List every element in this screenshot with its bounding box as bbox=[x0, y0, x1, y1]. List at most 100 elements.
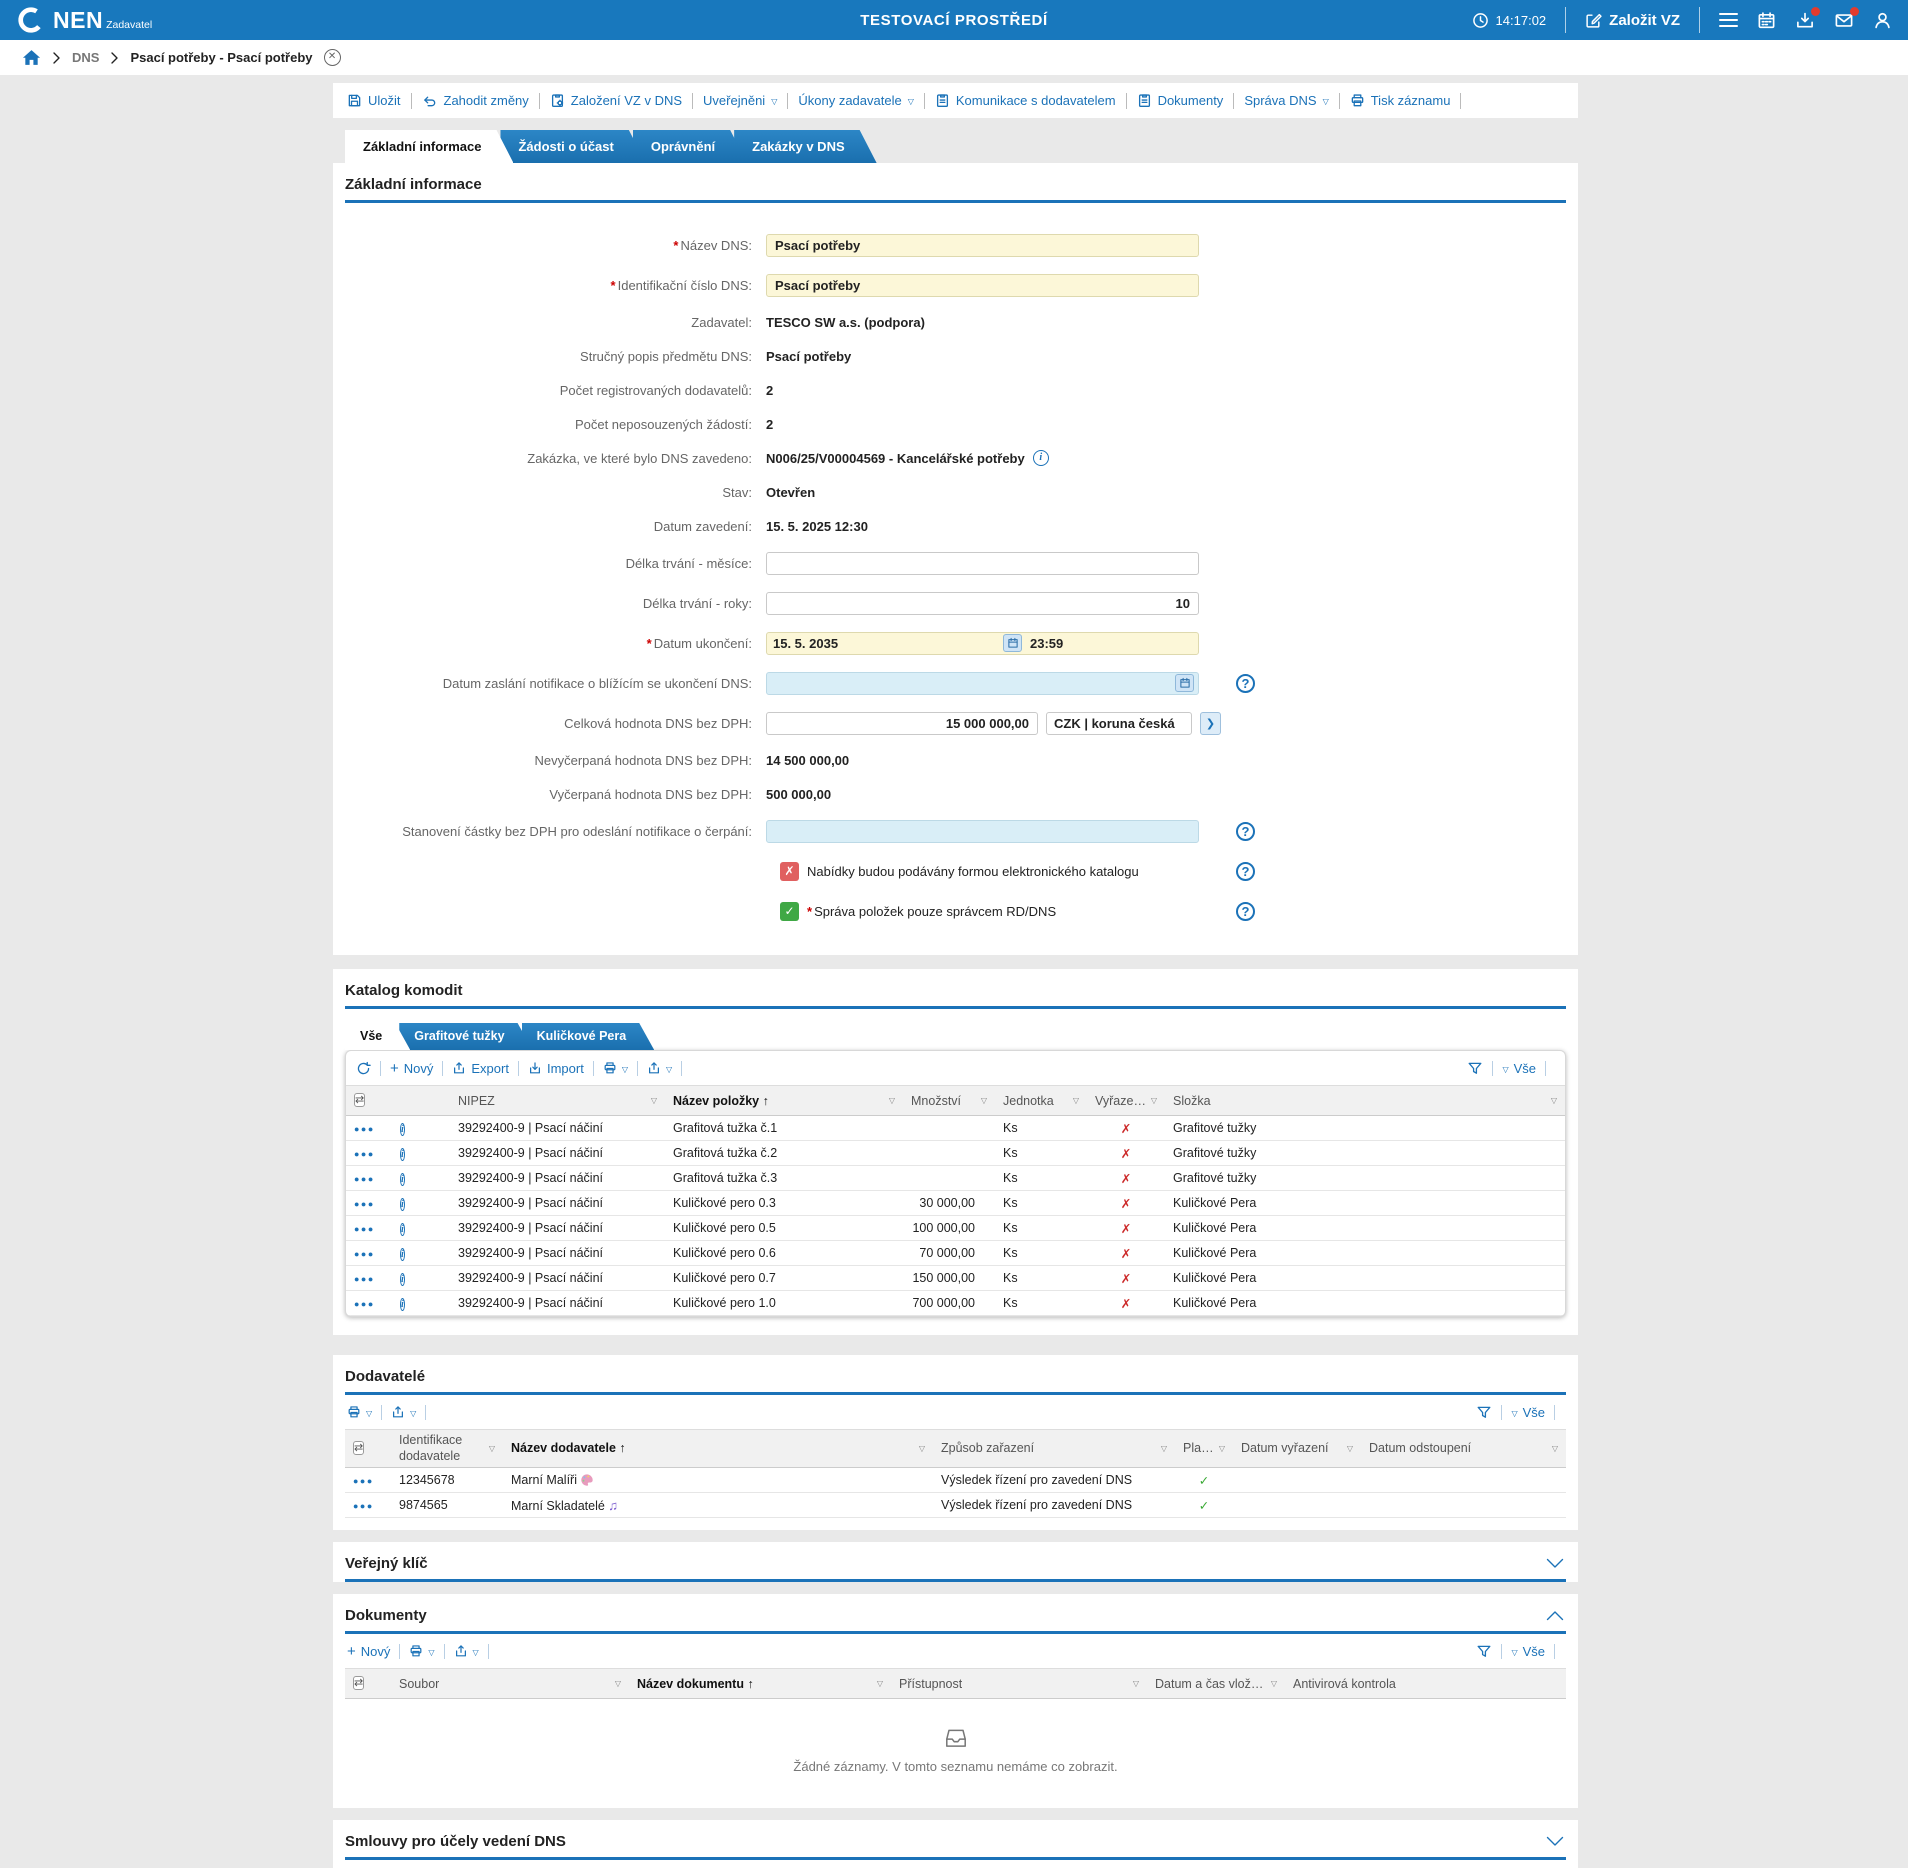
identifikacni-cislo-input[interactable] bbox=[766, 274, 1199, 297]
column-header-datum-vlozeni[interactable]: Datum a čas vložení▽ bbox=[1147, 1669, 1285, 1699]
sort-icon[interactable]: ▽ bbox=[919, 1444, 925, 1454]
row-menu-icon[interactable]: ●●● bbox=[354, 1124, 375, 1134]
column-header-nazev-polozky[interactable]: Název položky ↑▽ bbox=[665, 1086, 903, 1116]
info-icon[interactable]: i bbox=[400, 1148, 405, 1161]
column-header-identifikace[interactable]: Identifikace dodavatele▽ bbox=[391, 1430, 503, 1468]
supplier-communication-button[interactable]: Komunikace s dodavatelem bbox=[935, 93, 1116, 108]
tab-zadosti-o-ucast[interactable]: Žádosti o účast bbox=[500, 130, 645, 163]
row-menu-icon[interactable]: ●●● bbox=[354, 1199, 375, 1209]
row-menu-icon[interactable]: ●●● bbox=[353, 1501, 374, 1511]
refresh-icon[interactable] bbox=[356, 1061, 371, 1076]
filter-all-menu[interactable]: ▽ Vše bbox=[1511, 1644, 1545, 1659]
filter-all-menu[interactable]: ▽ Vše bbox=[1511, 1405, 1545, 1420]
column-header-slozka[interactable]: Složka▽ bbox=[1165, 1086, 1565, 1116]
new-item-button[interactable]: + Nový bbox=[390, 1060, 433, 1077]
catalog-tab-grafitove-tuzky[interactable]: Grafitové tužky bbox=[399, 1023, 532, 1050]
share-menu[interactable]: ▽ bbox=[647, 1061, 672, 1075]
column-header-zpusob-zarazeni[interactable]: Způsob zařazení▽ bbox=[933, 1430, 1175, 1468]
column-header-vyrazeno[interactable]: Vyřazeno▽ bbox=[1087, 1086, 1165, 1116]
calendar-icon[interactable] bbox=[1757, 11, 1776, 30]
nen-logo[interactable]: NEN Zadavatel bbox=[16, 5, 152, 35]
celkova-hodnota-input[interactable] bbox=[766, 712, 1038, 735]
checkbox-unchecked-icon[interactable]: ✗ bbox=[780, 862, 799, 881]
row-menu-icon[interactable]: ●●● bbox=[354, 1299, 375, 1309]
column-header-datum-vyrazeni[interactable]: Datum vyřazení▽ bbox=[1233, 1430, 1361, 1468]
row-menu-icon[interactable]: ●●● bbox=[354, 1274, 375, 1284]
new-document-button[interactable]: + Nový bbox=[347, 1643, 390, 1660]
column-header-mnozstvi[interactable]: Množství▽ bbox=[903, 1086, 995, 1116]
sort-icon[interactable]: ▽ bbox=[1133, 1679, 1139, 1688]
column-header-soubor[interactable]: Soubor▽ bbox=[391, 1669, 629, 1699]
info-icon[interactable]: i bbox=[400, 1123, 405, 1136]
inbox-download-icon[interactable] bbox=[1795, 11, 1815, 30]
create-vz-button[interactable]: Založit VZ bbox=[1585, 12, 1680, 29]
column-header-pristupnost[interactable]: Přístupnost▽ bbox=[891, 1669, 1147, 1699]
row-menu-icon[interactable]: ●●● bbox=[354, 1249, 375, 1259]
catalog-tab-kulickove-pera[interactable]: Kuličkové Pera bbox=[522, 1023, 655, 1050]
sort-icon[interactable]: ▽ bbox=[615, 1679, 621, 1688]
calendar-icon[interactable] bbox=[1003, 634, 1022, 652]
row-menu-icon[interactable]: ●●● bbox=[353, 1476, 374, 1486]
sort-icon[interactable]: ▽ bbox=[1151, 1096, 1157, 1105]
help-icon[interactable]: ? bbox=[1236, 902, 1255, 921]
help-icon[interactable]: ? bbox=[1236, 674, 1255, 693]
print-menu[interactable]: ▽ bbox=[347, 1405, 372, 1419]
share-menu[interactable]: ▽ bbox=[391, 1405, 416, 1419]
sort-icon[interactable]: ▽ bbox=[1161, 1444, 1167, 1454]
home-icon[interactable] bbox=[22, 49, 41, 66]
print-menu[interactable]: ▽ bbox=[603, 1061, 628, 1075]
info-icon[interactable]: i bbox=[400, 1223, 405, 1236]
sort-icon[interactable]: ▽ bbox=[489, 1444, 495, 1454]
column-header-nazev-dodavatele[interactable]: Název dodavatele ↑▽ bbox=[503, 1430, 933, 1468]
menu-icon[interactable] bbox=[1719, 13, 1738, 28]
row-menu-icon[interactable]: ●●● bbox=[354, 1174, 375, 1184]
date-value[interactable]: 15. 5. 2035 bbox=[773, 636, 1003, 651]
column-header-platny[interactable]: Platný▽ bbox=[1175, 1430, 1233, 1468]
currency-select[interactable]: CZK | koruna česká bbox=[1046, 712, 1192, 735]
filter-icon[interactable] bbox=[1476, 1405, 1492, 1420]
sort-icon[interactable]: ▽ bbox=[1552, 1444, 1558, 1454]
nazev-dns-input[interactable] bbox=[766, 234, 1199, 257]
delka-mesice-input[interactable] bbox=[766, 552, 1199, 575]
save-button[interactable]: Uložit bbox=[347, 93, 401, 108]
calendar-icon[interactable] bbox=[1175, 674, 1194, 692]
contracting-actions-menu[interactable]: Úkony zadavatele ▽ bbox=[798, 93, 914, 108]
checkbox-checked-icon[interactable]: ✓ bbox=[780, 902, 799, 921]
row-menu-icon[interactable]: ●●● bbox=[354, 1224, 375, 1234]
print-menu[interactable]: ▽ bbox=[409, 1644, 434, 1658]
sort-icon[interactable]: ▽ bbox=[1551, 1096, 1557, 1105]
sort-icon[interactable]: ▽ bbox=[1271, 1679, 1277, 1688]
datum-ukonceni-field[interactable]: 15. 5. 2035 23:59 bbox=[766, 632, 1199, 655]
create-vz-in-dns-button[interactable]: Založení VZ v DNS bbox=[550, 93, 682, 108]
column-settings-icon[interactable]: ⇄ bbox=[354, 1093, 365, 1107]
info-icon[interactable]: i bbox=[400, 1298, 405, 1311]
delka-roky-input[interactable] bbox=[766, 592, 1199, 615]
sort-icon[interactable]: ▽ bbox=[1347, 1444, 1353, 1454]
share-menu[interactable]: ▽ bbox=[454, 1644, 479, 1658]
filter-icon[interactable] bbox=[1476, 1644, 1492, 1659]
filter-icon[interactable] bbox=[1467, 1061, 1483, 1076]
currency-picker-button[interactable]: ❯ bbox=[1200, 712, 1221, 735]
help-icon[interactable]: ? bbox=[1236, 822, 1255, 841]
column-header-nipez[interactable]: NIPEZ▽ bbox=[450, 1086, 665, 1116]
import-button[interactable]: Import bbox=[528, 1061, 584, 1076]
discard-changes-button[interactable]: Zahodit změny bbox=[422, 93, 529, 108]
breadcrumb-item-dns[interactable]: DNS bbox=[72, 50, 99, 65]
publish-menu[interactable]: Uveřejněni ▽ bbox=[703, 93, 777, 108]
user-icon[interactable] bbox=[1873, 11, 1892, 30]
chevron-down-icon[interactable] bbox=[1546, 1836, 1564, 1847]
tab-opravneni[interactable]: Oprávnění bbox=[633, 130, 747, 163]
info-icon[interactable]: i bbox=[1033, 450, 1049, 466]
export-button[interactable]: Export bbox=[452, 1061, 509, 1076]
sort-icon[interactable]: ▽ bbox=[981, 1096, 987, 1105]
column-header-nazev-dokumentu[interactable]: Název dokumentu ↑▽ bbox=[629, 1669, 891, 1699]
dns-administration-menu[interactable]: Správa DNS ▽ bbox=[1244, 93, 1328, 108]
sort-icon[interactable]: ▽ bbox=[877, 1679, 883, 1688]
column-header-jednotka[interactable]: Jednotka▽ bbox=[995, 1086, 1087, 1116]
column-header-antivirova-kontrola[interactable]: Antivirová kontrola bbox=[1285, 1669, 1566, 1699]
info-icon[interactable]: i bbox=[400, 1273, 405, 1286]
chevron-up-icon[interactable] bbox=[1546, 1610, 1564, 1621]
tab-zakazky-v-dns[interactable]: Zakázky v DNS bbox=[734, 130, 877, 163]
row-menu-icon[interactable]: ●●● bbox=[354, 1149, 375, 1159]
info-icon[interactable]: i bbox=[400, 1198, 405, 1211]
